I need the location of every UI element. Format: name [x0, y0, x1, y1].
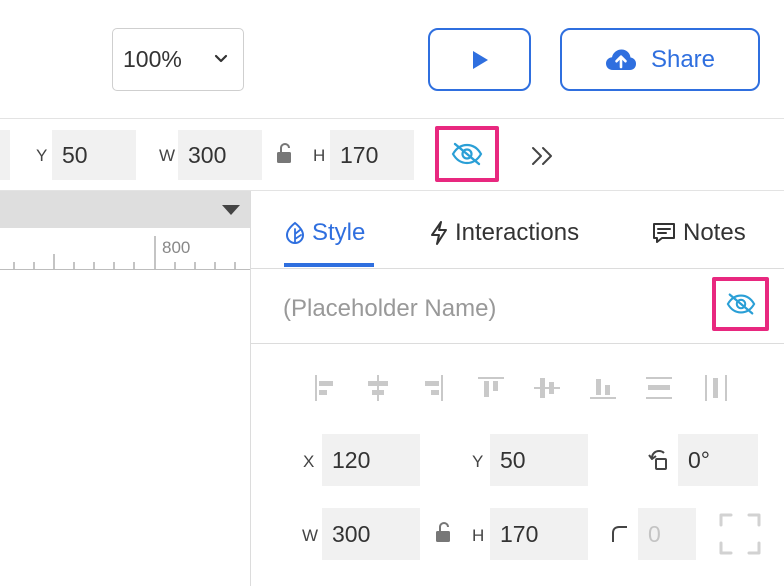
- x-label: X: [303, 452, 315, 471]
- tab-interactions-label: Interactions: [455, 219, 580, 246]
- rotation-field[interactable]: 0°: [678, 434, 758, 486]
- panel-x-field[interactable]: 120: [322, 434, 420, 486]
- panel-y-field[interactable]: 50: [490, 434, 588, 486]
- triangle-down-icon: [222, 205, 240, 215]
- share-button[interactable]: Share: [560, 28, 760, 91]
- page-selector-bar[interactable]: [0, 191, 250, 228]
- panel-y-label: Y: [472, 452, 484, 471]
- panel-w-value: 300: [332, 520, 371, 547]
- alignment-toolbar: [251, 365, 784, 411]
- ruler-ticks: [13, 236, 236, 269]
- align-left-icon[interactable]: [311, 373, 339, 403]
- eye-hidden-icon: [726, 293, 755, 315]
- chevron-down-icon: [214, 54, 228, 63]
- eye-hidden-icon: [451, 142, 483, 166]
- corner-radius-icon: [612, 526, 627, 542]
- panel-h-field[interactable]: 170: [490, 508, 588, 560]
- panel-w-field[interactable]: 300: [322, 508, 420, 560]
- panel-w-label: W: [302, 526, 319, 545]
- align-bottom-icon[interactable]: [588, 373, 618, 403]
- corner-radius-field[interactable]: 0: [638, 508, 696, 560]
- corner-radius-placeholder: 0: [648, 520, 661, 547]
- rotate-icon: [648, 449, 667, 470]
- zoom-value: 100%: [123, 46, 182, 72]
- tab-interactions[interactable]: Interactions: [429, 219, 579, 247]
- ruler-label-800: 800: [162, 238, 191, 257]
- properties-bar: Y 50 W 300 H 170: [0, 119, 784, 191]
- preview-play-button[interactable]: [428, 28, 531, 91]
- y-label: Y: [36, 146, 48, 165]
- panel-y-value: 50: [500, 446, 526, 473]
- widget-name-input[interactable]: (Placeholder Name): [283, 295, 496, 323]
- lightning-icon: [431, 221, 447, 245]
- tab-style[interactable]: Style: [284, 219, 365, 247]
- chevrons-right-icon[interactable]: [530, 145, 554, 167]
- tab-notes-label: Notes: [683, 219, 746, 246]
- rotation-value: 0°: [688, 446, 710, 473]
- fit-frame-icon[interactable]: [718, 512, 762, 556]
- share-label: Share: [650, 45, 716, 73]
- panel-h-label: H: [472, 526, 485, 545]
- distribute-vertical-icon[interactable]: [644, 373, 674, 403]
- h-value: 170: [340, 141, 379, 168]
- distribute-horizontal-icon[interactable]: [701, 373, 731, 403]
- hide-toggle-highlighted[interactable]: [435, 126, 499, 182]
- inspector-tabs: Style Interactions Notes: [251, 191, 784, 269]
- style-leaf-icon: [285, 221, 305, 245]
- y-field[interactable]: 50: [52, 130, 136, 180]
- h-field[interactable]: 170: [330, 130, 414, 180]
- cloud-upload-icon: [605, 49, 636, 70]
- y-value: 50: [62, 141, 88, 168]
- horizontal-ruler: 800: [0, 228, 250, 270]
- h-label: H: [313, 146, 326, 165]
- x-field-partial[interactable]: [0, 130, 10, 180]
- align-middle-icon[interactable]: [532, 373, 562, 403]
- w-value: 300: [188, 141, 227, 168]
- tab-style-label: Style: [312, 219, 366, 246]
- tab-notes[interactable]: Notes: [651, 219, 746, 247]
- zoom-select[interactable]: 100%: [112, 28, 244, 91]
- unlock-icon[interactable]: [434, 520, 454, 544]
- play-icon: [472, 50, 488, 69]
- align-center-horizontal-icon[interactable]: [364, 373, 392, 403]
- align-top-icon[interactable]: [476, 373, 506, 403]
- top-toolbar: 100% Share: [0, 0, 784, 119]
- note-comment-icon: [653, 223, 675, 243]
- panel-h-value: 170: [500, 520, 539, 547]
- unlock-icon[interactable]: [275, 141, 295, 165]
- w-label: W: [159, 146, 176, 165]
- align-right-icon[interactable]: [419, 373, 447, 403]
- active-tab-indicator: [284, 263, 374, 267]
- panel-x-value: 120: [332, 446, 371, 473]
- panel-hide-toggle-highlighted[interactable]: [712, 277, 769, 331]
- widget-name-row: (Placeholder Name): [251, 269, 784, 344]
- w-field[interactable]: 300: [178, 130, 262, 180]
